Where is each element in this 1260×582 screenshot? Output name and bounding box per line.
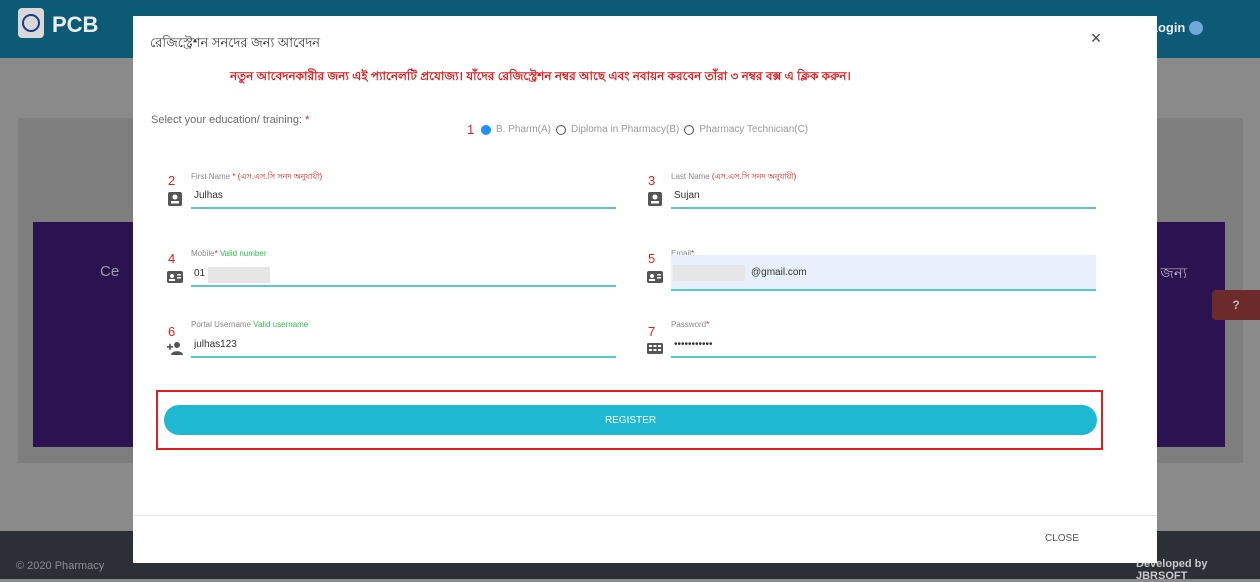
label-text: Portal Username: [191, 320, 252, 329]
pcb-logo[interactable]: [18, 8, 44, 38]
login-link[interactable]: Login: [1150, 20, 1204, 35]
radio-button[interactable]: [481, 124, 491, 135]
keypad-icon: [647, 343, 663, 354]
education-label: Select your education/ training: *: [151, 114, 309, 126]
modal-footer: CLOSE: [133, 515, 1157, 564]
step-number: 4: [168, 251, 176, 266]
badge-icon: [168, 192, 182, 206]
radio-option-technician[interactable]: Pharmacy Technician(C): [684, 124, 808, 135]
modal-header: রেজিস্ট্রেশন সনদের জন্য আবেদন ×: [133, 16, 1157, 58]
username-input[interactable]: [191, 332, 616, 358]
first-name-input[interactable]: [191, 183, 616, 209]
radio-button[interactable]: [556, 124, 567, 135]
radio-label: Diploma in Pharmacy(B): [571, 124, 680, 135]
user-icon: [1189, 20, 1204, 35]
password-input[interactable]: [671, 332, 1096, 358]
help-icon: ?: [1232, 298, 1240, 312]
label-text: Password: [671, 320, 707, 329]
register-button[interactable]: REGISTER: [164, 405, 1097, 435]
label-text: Last Name: [671, 172, 710, 181]
password-label: Password*: [671, 320, 709, 329]
education-label-text: Select your education/ training:: [151, 114, 303, 126]
radio-label: Pharmacy Technician(C): [699, 124, 809, 135]
valid-hint: Valid username: [253, 320, 309, 329]
close-icon[interactable]: ×: [1089, 28, 1103, 49]
step-number: 2: [168, 173, 176, 188]
step-number: 5: [648, 251, 656, 266]
help-tab[interactable]: ?: [1212, 290, 1260, 320]
mobile-label: Mobile* Valid number: [191, 249, 266, 258]
radio-option-diploma[interactable]: Diploma in Pharmacy(B): [556, 124, 679, 135]
required-mark: *: [706, 320, 710, 329]
step-number: 3: [648, 173, 656, 188]
step-number: 1: [467, 122, 475, 137]
banner-text-left: Ce: [100, 263, 120, 280]
mobile-field: 4 Mobile* Valid number: [158, 249, 618, 299]
step-number: 7: [648, 324, 656, 339]
radio-option-bpharm[interactable]: B. Pharm(A): [481, 124, 551, 135]
add-person-icon: [167, 342, 183, 355]
modal-title: রেজিস্ট্রেশন সনদের জন্য আবেদন: [150, 35, 321, 50]
contact-card-icon: [167, 271, 183, 283]
radio-label: B. Pharm(A): [496, 124, 552, 135]
required-mark: *: [214, 249, 218, 258]
password-field: 7 Password*: [638, 320, 1108, 370]
first-name-field: 2 First Name * (এস.এস.সি সনদ অনুযায়ী): [158, 171, 618, 221]
label-text: Mobile: [191, 249, 215, 258]
notice-text: নতুন আবেদনকারীর জন্য এই প্যানেলটি প্রযোজ…: [230, 69, 851, 83]
valid-hint: Valid number: [219, 249, 267, 258]
badge-icon: [648, 192, 662, 206]
redaction-mask: [673, 265, 745, 281]
footer-copyright: © 2020 Pharmacy: [16, 560, 105, 572]
education-radio-group: B. Pharm(A) Diploma in Pharmacy(B) Pharm…: [481, 124, 813, 135]
email-field: 5 Email*: [638, 249, 1108, 299]
brand-name[interactable]: PCB: [52, 12, 98, 38]
redaction-mask: [208, 267, 270, 283]
step-number: 6: [168, 324, 176, 339]
username-field: 6 Portal Username Valid username: [158, 320, 618, 370]
required-mark: *: [305, 114, 310, 126]
username-label: Portal Username Valid username: [191, 320, 308, 329]
last-name-field: 3 Last Name (এস.এস.সি সনদ অনুযায়ী): [638, 171, 1108, 221]
label-hint: (এস.এস.সি সনদ অনুযায়ী): [237, 172, 323, 181]
registration-modal: রেজিস্ট্রেশন সনদের জন্য আবেদন × নতুন আবে…: [133, 16, 1157, 563]
label-hint: (এস.এস.সি সনদ অনুযায়ী): [711, 172, 797, 181]
contact-card-icon: [647, 271, 663, 283]
required-mark: *: [232, 172, 236, 181]
last-name-input[interactable]: [671, 183, 1096, 209]
label-text: First Name: [191, 172, 231, 181]
close-button[interactable]: CLOSE: [1039, 532, 1085, 545]
radio-button[interactable]: [684, 124, 695, 135]
